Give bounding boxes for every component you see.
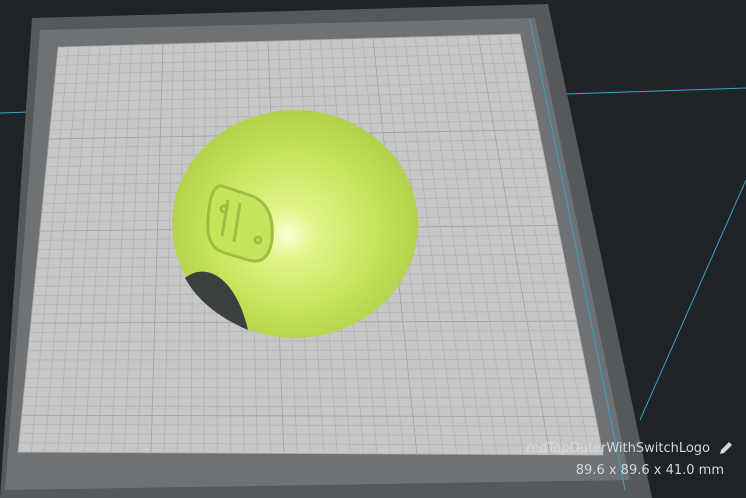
model-sphere[interactable] [172,110,418,338]
edit-pencil-icon[interactable] [718,440,734,456]
model-name-row: redTopOuterWithSwitchLogo [526,440,734,456]
model-dimensions: 89.6 x 89.6 x 41.0 mm [575,463,724,478]
axis-line [639,179,746,421]
build-plate-viewport[interactable] [0,0,746,498]
model-name: redTopOuterWithSwitchLogo [526,440,710,456]
